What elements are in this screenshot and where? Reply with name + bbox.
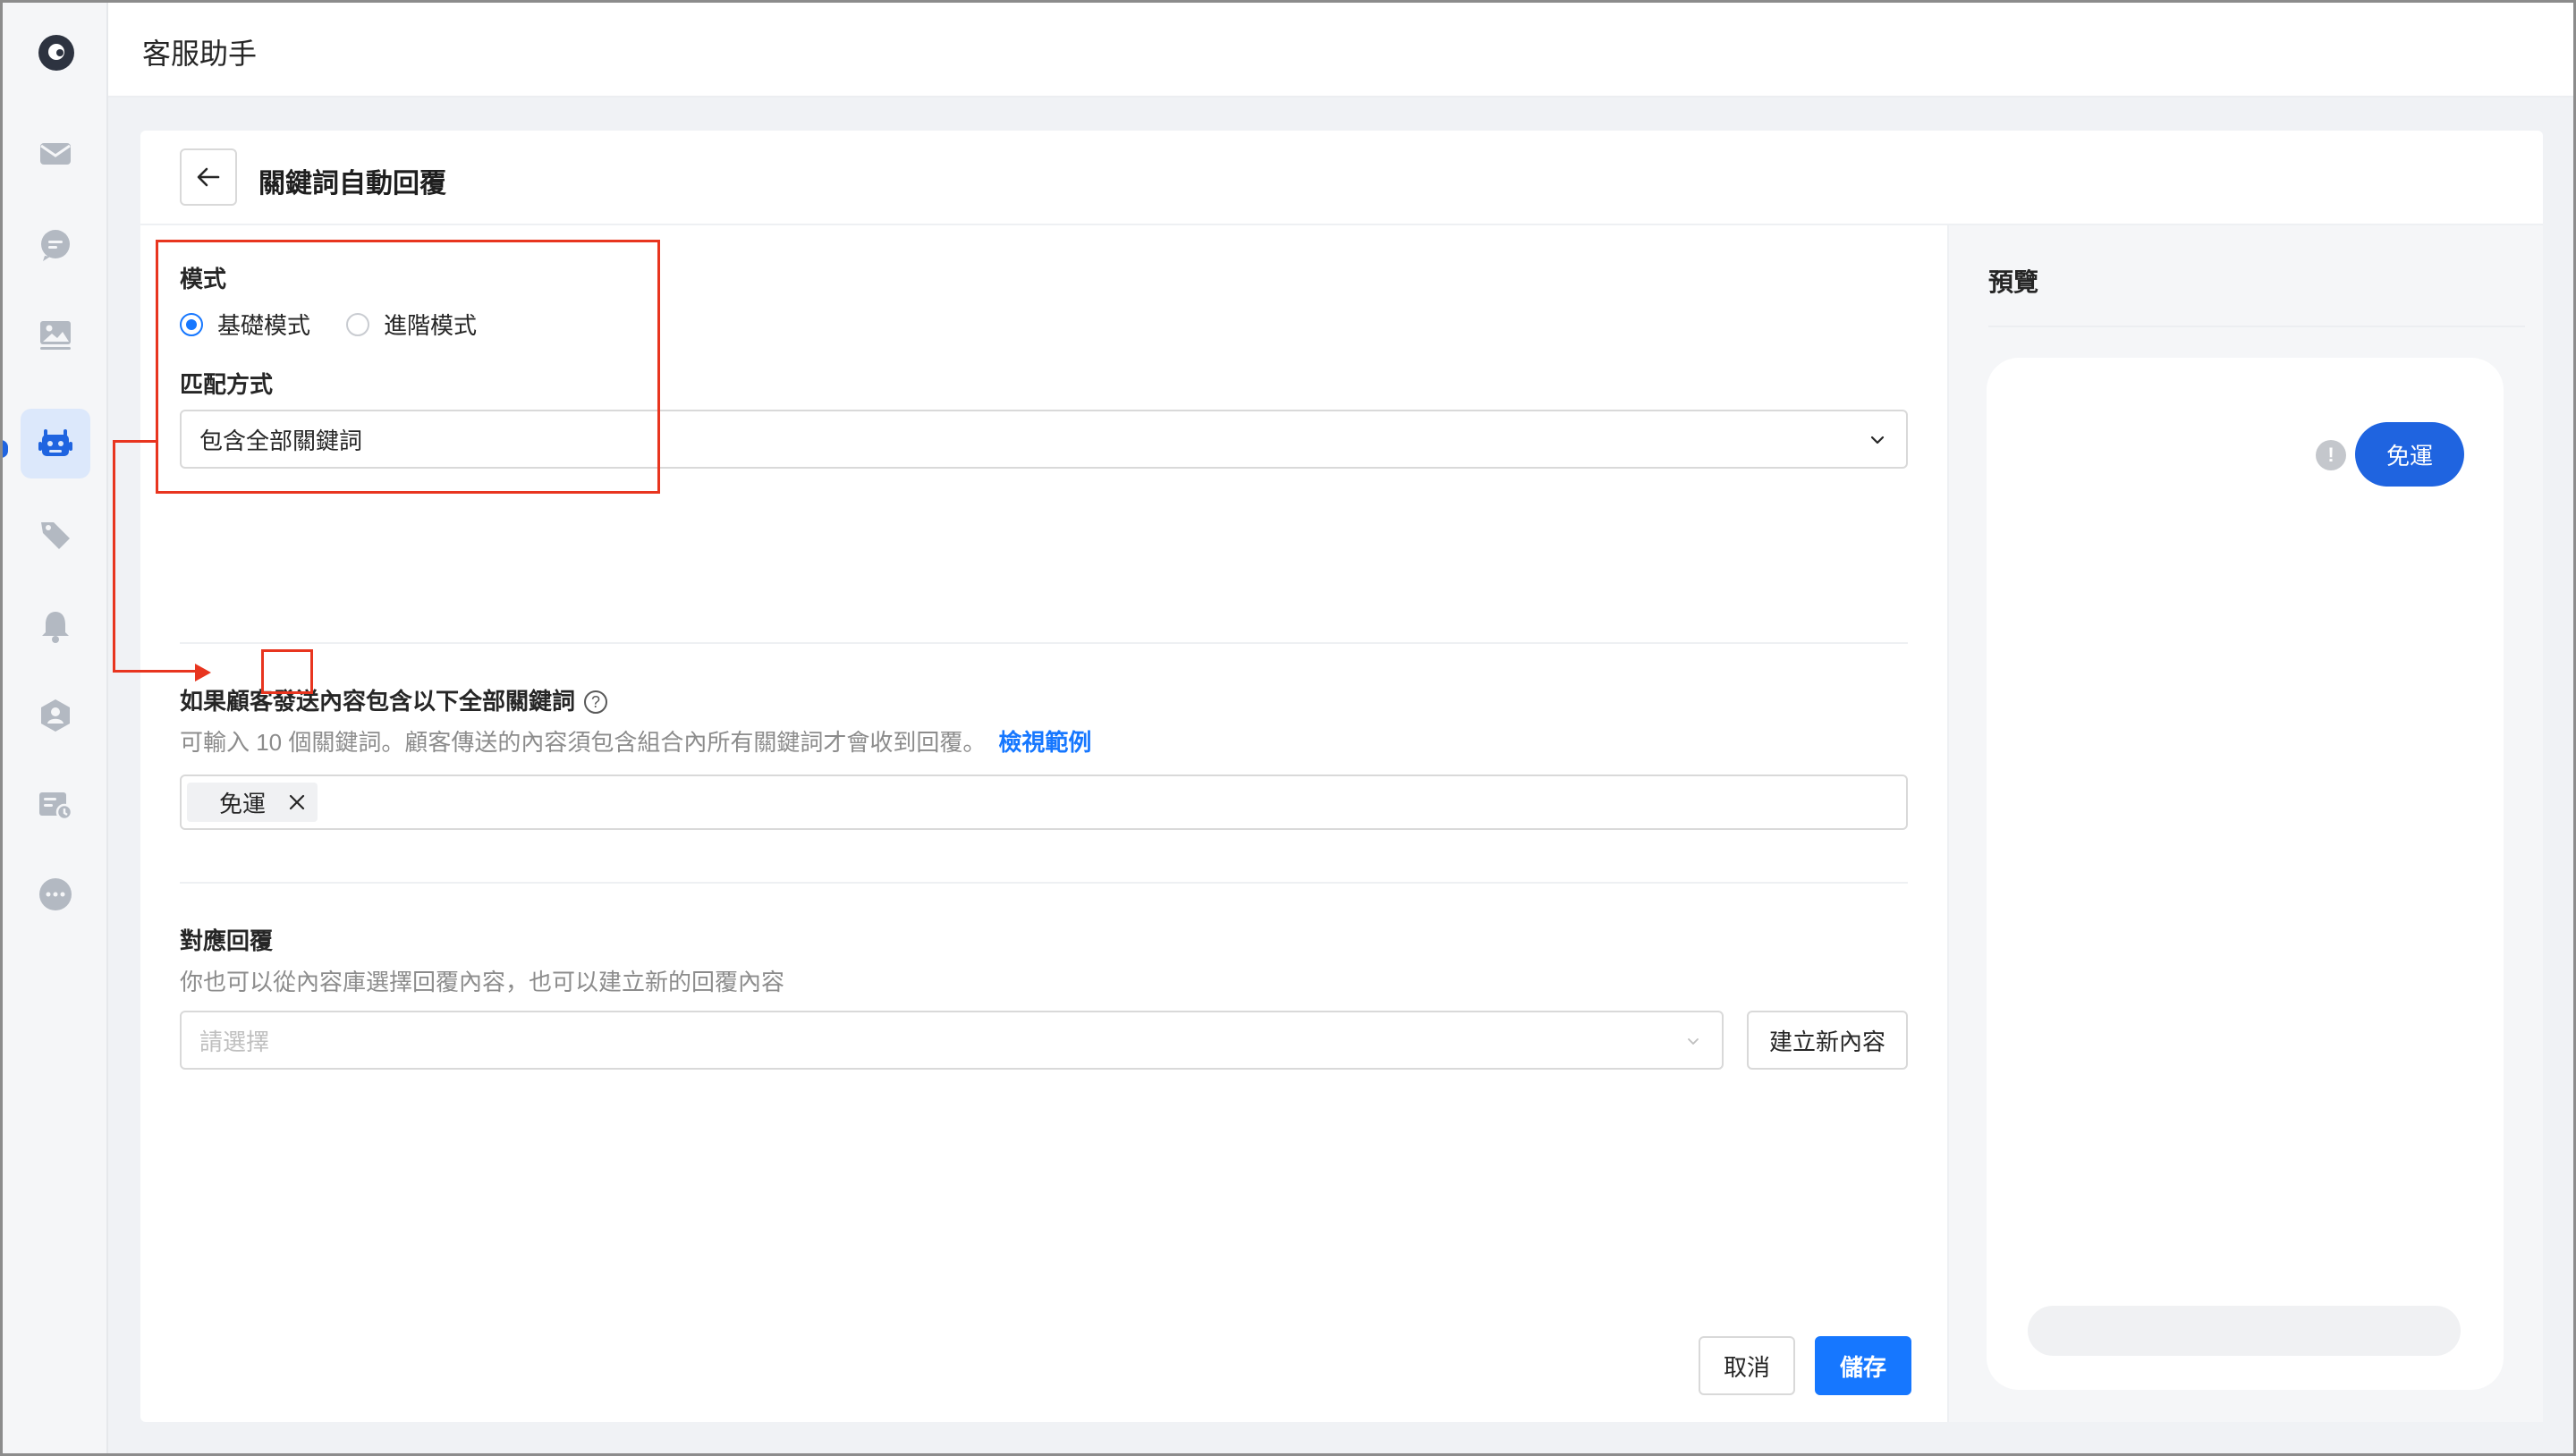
section-divider [180,642,1908,644]
preview-title: 預覽 [1988,268,2039,296]
save-button[interactable]: 儲存 [1815,1336,1911,1395]
top-header: 客服助手 [108,3,2573,97]
chat-bubble-icon [41,230,70,261]
help-icon[interactable]: ? [584,690,608,714]
page-title: 關鍵詞自動回覆 [258,169,446,199]
preview-phone: ! 免運 [1987,358,2504,1390]
keywords-description-text: 可輸入 10 個關鍵詞。顧客傳送的內容須包含組合內所有關鍵詞才會收到回覆。 [180,729,987,756]
more-dots-icon [39,878,72,910]
sidebar-item-contacts[interactable] [21,681,90,750]
annotation-arrow-icon [195,664,211,681]
message-card-icon [39,792,73,821]
preview-input-bar [2028,1306,2461,1356]
reply-label: 對應回覆 [180,927,274,954]
app-title: 客服助手 [142,38,258,70]
cancel-button[interactable]: 取消 [1699,1336,1795,1395]
keywords-label: 如果顧客發送內容包含以下全部關鍵詞? [180,683,608,716]
section-divider [180,882,1908,884]
annotation-connector [113,670,197,673]
card-header: 關鍵詞自動回覆 [140,131,2543,225]
sidebar-item-chat[interactable] [21,210,90,280]
sidebar [0,3,108,1453]
annotation-highlight-box [156,240,660,494]
sidebar-item-notifications[interactable] [21,591,90,661]
bell-icon [42,612,69,643]
back-button[interactable] [180,148,237,206]
preview-panel: 預覽 ! 免運 [1947,225,2543,1422]
robot-icon [38,429,72,456]
annotation-connector [113,440,157,443]
arrow-left-icon [197,167,220,187]
sidebar-item-tags[interactable] [21,500,90,570]
preview-divider [1988,326,2525,327]
sidebar-item-bot[interactable] [21,409,90,478]
reply-description: 你也可以從內容庫選擇回覆內容，也可以建立新的回覆內容 [180,969,785,995]
sidebar-item-inbox[interactable] [21,119,90,189]
keywords-label-text: 如果顧客發送內容包含以下全部關鍵詞 [180,688,576,715]
keyword-tag-input[interactable]: 免運 [180,775,1908,830]
reply-content-select[interactable]: 請選擇 [180,1011,1724,1070]
annotation-connector [113,440,115,673]
keyword-tag-label: 免運 [219,790,267,817]
image-icon [40,321,71,350]
warning-icon: ! [2316,440,2346,470]
envelope-icon [40,143,71,165]
chevron-down-icon [1688,1038,1699,1045]
reply-placeholder: 請選擇 [199,1028,270,1055]
create-content-button[interactable]: 建立新內容 [1747,1011,1908,1070]
keyword-tag: 免運 [187,783,318,822]
user-hexagon-icon [41,699,70,732]
sidebar-item-media[interactable] [21,300,90,369]
tag-icon [41,522,70,549]
keywords-description: 可輸入 10 個關鍵詞。顧客傳送的內容須包含組合內所有關鍵詞才會收到回覆。 檢視範… [180,724,1091,758]
view-example-link[interactable]: 檢視範例 [998,729,1091,756]
app-logo-icon [38,35,74,71]
sidebar-item-broadcast[interactable] [21,770,90,840]
sidebar-item-more[interactable] [21,859,90,929]
chevron-down-icon [1870,436,1885,444]
sidebar-active-indicator [0,440,8,458]
preview-message-bubble: 免運 [2355,422,2464,487]
annotation-close-highlight [261,649,313,694]
close-icon[interactable] [284,789,310,816]
